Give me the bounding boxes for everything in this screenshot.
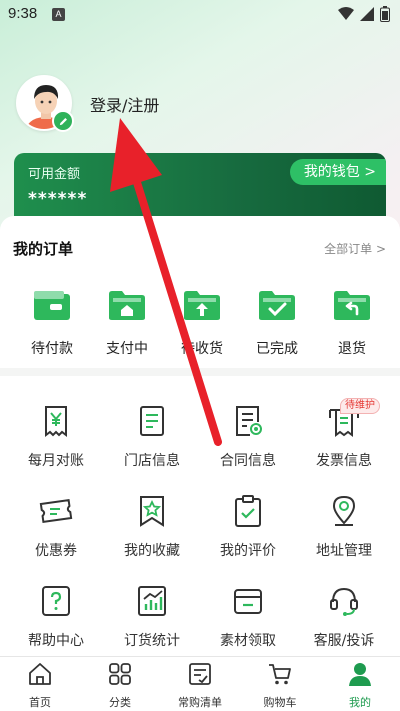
service-monthly-statement[interactable]: 每月对账 xyxy=(6,404,106,470)
service-order-statistics[interactable]: 订货统计 xyxy=(102,584,202,650)
all-orders-link[interactable]: 全部订单 > xyxy=(324,240,386,257)
service-label: 发票信息 xyxy=(316,453,372,469)
service-store-info[interactable]: 门店信息 xyxy=(102,404,202,470)
location-pin-icon xyxy=(332,495,356,526)
contract-icon xyxy=(236,406,262,436)
nav-item-cart[interactable]: 购物车 xyxy=(240,661,320,710)
folder-upload-icon xyxy=(184,291,220,320)
wallet-card-icon xyxy=(34,291,70,320)
grid-icon xyxy=(109,663,131,685)
chart-icon xyxy=(138,586,166,616)
my-wallet-button[interactable]: 我的钱包 > xyxy=(289,159,386,185)
wallet-balance-label: 可用金额 xyxy=(28,167,81,182)
service-label: 我的评价 xyxy=(220,543,276,559)
service-contract-info[interactable]: 合同信息 xyxy=(198,404,298,470)
folder-check-icon xyxy=(259,291,295,320)
nav-label: 购物车 xyxy=(263,696,297,709)
service-label: 每月对账 xyxy=(28,453,84,469)
nav-label: 分类 xyxy=(109,696,131,709)
services-grid: 每月对账 门店信息 合同信息 发票信息 优惠券 我的收藏 我的评价 地址管理 帮… xyxy=(0,376,400,656)
service-label: 优惠券 xyxy=(35,543,77,559)
nav-label: 首页 xyxy=(29,696,51,709)
wallet-folder-icon xyxy=(234,589,262,614)
service-my-reviews[interactable]: 我的评价 xyxy=(198,494,298,560)
help-icon xyxy=(42,586,70,616)
service-label: 素材领取 xyxy=(220,633,276,649)
wallet-balance-value: ****** xyxy=(28,189,88,209)
nav-item-frequent-list[interactable]: 常购清单 xyxy=(160,661,240,710)
headset-icon xyxy=(330,587,358,616)
login-register-link[interactable]: 登录/注册 xyxy=(90,92,159,116)
order-pending-payment[interactable]: 待付款 xyxy=(22,288,82,358)
order-paying[interactable]: 支付中 xyxy=(97,288,157,358)
nav-label: 我的 xyxy=(349,696,371,709)
order-completed[interactable]: 已完成 xyxy=(247,288,307,358)
order-label: 已完成 xyxy=(256,341,298,357)
status-time: 9:38 xyxy=(8,5,38,22)
nav-item-mine[interactable]: 我的 xyxy=(320,661,400,710)
order-awaiting-receipt[interactable]: 待收货 xyxy=(172,288,232,358)
nav-item-categories[interactable]: 分类 xyxy=(80,661,160,710)
bookmark-star-icon xyxy=(140,496,164,527)
list-icon xyxy=(189,663,211,685)
status-icons xyxy=(338,6,390,22)
receipt-yen-icon xyxy=(45,406,67,437)
service-my-favorites[interactable]: 我的收藏 xyxy=(102,494,202,560)
nav-item-home[interactable]: 首页 xyxy=(0,661,80,710)
service-label: 合同信息 xyxy=(220,453,276,469)
service-label: 我的收藏 xyxy=(124,543,180,559)
battery-icon xyxy=(380,6,390,22)
orders-card: 我的订单 全部订单 > 待付款 支付中 待收货 已完成 退货 xyxy=(0,216,400,368)
order-label: 待收货 xyxy=(181,341,223,357)
service-material-collection[interactable]: 素材领取 xyxy=(198,584,298,650)
edit-avatar-button[interactable] xyxy=(52,110,74,132)
folder-home-icon xyxy=(109,291,145,320)
service-label: 订货统计 xyxy=(124,633,180,649)
service-customer-support[interactable]: 客服/投诉 xyxy=(294,584,394,650)
wifi-icon xyxy=(338,7,354,20)
folder-return-icon xyxy=(334,291,370,320)
service-label: 地址管理 xyxy=(316,543,372,559)
nav-label: 常购清单 xyxy=(178,696,222,709)
service-help-center[interactable]: 帮助中心 xyxy=(6,584,106,650)
notification-icon: A xyxy=(52,8,65,21)
order-label: 待付款 xyxy=(31,341,73,357)
service-coupons[interactable]: 优惠券 xyxy=(6,494,106,560)
pencil-icon xyxy=(59,117,67,125)
bottom-navigation: 首页 分类 常购清单 购物车 我的 xyxy=(0,656,400,711)
user-icon xyxy=(349,663,371,686)
clipboard-check-icon xyxy=(235,495,261,527)
signal-icon xyxy=(360,7,374,21)
orders-title: 我的订单 xyxy=(13,240,74,258)
status-bar: 9:38 A xyxy=(0,0,400,30)
order-label: 支付中 xyxy=(106,341,148,357)
service-label: 客服/投诉 xyxy=(313,633,375,649)
cart-icon xyxy=(269,664,291,685)
home-icon xyxy=(29,663,51,685)
service-label: 帮助中心 xyxy=(28,633,84,649)
service-address-management[interactable]: 地址管理 xyxy=(294,494,394,560)
coupon-icon xyxy=(39,499,73,523)
service-label: 门店信息 xyxy=(124,453,180,469)
maintenance-badge: 待维护 xyxy=(340,398,380,414)
document-icon xyxy=(140,406,164,436)
order-returns[interactable]: 退货 xyxy=(322,288,382,358)
order-label: 退货 xyxy=(338,341,366,357)
